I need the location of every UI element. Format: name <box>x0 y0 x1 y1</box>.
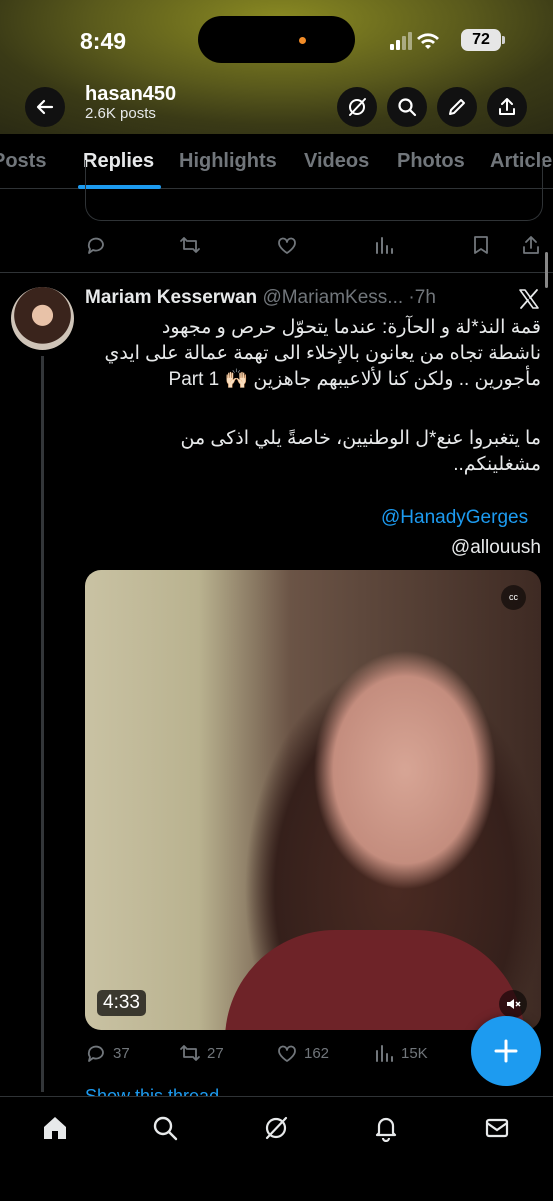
back-button[interactable] <box>25 87 65 127</box>
tweet-text-line: ناشطة تجاه من يعانون بالإخلاء الى تهمة ع… <box>104 343 541 364</box>
privacy-indicator-dot <box>299 37 306 44</box>
reply-count: 37 <box>113 1044 130 1062</box>
search-icon <box>398 98 417 117</box>
scrollbar[interactable] <box>545 252 548 288</box>
views-bar-icon <box>376 237 393 254</box>
nav-grok[interactable] <box>259 1111 293 1145</box>
tweet-text-line: قمة النذ*لة و الحآرة: عندما يتحوّل حرص و… <box>161 317 541 338</box>
heart-icon <box>278 1045 296 1062</box>
mention-link[interactable]: @HanadyGerges <box>381 507 528 529</box>
reply-button[interactable] <box>85 234 107 256</box>
like-button[interactable] <box>276 234 298 256</box>
tweet-text-line: مشغلينكم.. <box>453 454 541 475</box>
heart-icon <box>278 237 296 254</box>
profile-header: 8:49 72 hasan450 2.6K posts <box>0 0 553 134</box>
views-bar-icon <box>376 1045 393 1062</box>
bookmark-icon <box>474 236 488 254</box>
avatar[interactable] <box>11 287 74 350</box>
tweet-text-line: allouush@ <box>450 537 541 558</box>
status-time: 8:49 <box>80 28 127 54</box>
tweet-text-line: مأجورين .. ولكن كنا لألاعيبهم جاهزين 🙌🏻 … <box>168 369 541 390</box>
repost-icon <box>180 237 200 253</box>
share-icon <box>499 98 515 115</box>
author-handle[interactable]: @MariamKess... <box>262 287 403 308</box>
plus-icon <box>494 1039 518 1063</box>
dynamic-island <box>198 16 355 63</box>
repost-button[interactable] <box>179 234 201 256</box>
search-icon <box>153 1116 178 1141</box>
thread-line <box>41 356 44 1092</box>
mail-icon <box>485 1118 509 1138</box>
repost-button[interactable]: 27 <box>179 1042 224 1064</box>
captions-button[interactable]: cc <box>501 585 526 610</box>
arrow-left-icon <box>36 99 54 115</box>
repost-icon <box>180 1045 200 1061</box>
compose-post-button[interactable] <box>471 1016 541 1086</box>
views-button[interactable] <box>373 234 395 256</box>
battery-nub <box>502 36 505 44</box>
bookmark-button[interactable] <box>470 234 492 256</box>
grok-icon <box>265 1116 288 1140</box>
video-duration: 4:33 <box>97 990 146 1016</box>
grok-button[interactable] <box>337 87 377 127</box>
signal-wifi-icon <box>390 32 439 50</box>
share-icon <box>523 236 539 254</box>
pencil-icon <box>449 99 465 115</box>
nav-notifications[interactable] <box>369 1111 403 1145</box>
nav-search[interactable] <box>148 1111 182 1145</box>
profile-name: hasan450 <box>85 83 177 105</box>
bottom-navigation <box>0 1096 553 1201</box>
tweet-text-line: ما يتغبروا عنع*ل الوطنيين، خاصةً يلي اذك… <box>180 428 542 449</box>
like-button[interactable]: 162 <box>276 1042 329 1064</box>
search-button[interactable] <box>387 87 427 127</box>
view-count: 15K <box>401 1044 428 1062</box>
share-profile-button[interactable] <box>487 87 527 127</box>
tab-posts[interactable]: Posts <box>0 150 46 173</box>
battery-indicator: 72 <box>461 29 501 51</box>
reply-button[interactable]: 37 <box>85 1042 130 1064</box>
like-count: 162 <box>304 1044 330 1062</box>
reply-icon <box>87 1045 104 1062</box>
repost-count: 27 <box>207 1044 224 1062</box>
previous-tweet-actions <box>85 234 545 258</box>
home-icon <box>44 1117 66 1139</box>
views-button[interactable]: 15K <box>373 1042 428 1064</box>
x-logo-icon[interactable] <box>518 288 540 310</box>
reply-icon <box>87 237 104 254</box>
tweet-divider <box>0 272 553 273</box>
bell-icon <box>375 1117 397 1142</box>
compose-button[interactable] <box>437 87 477 127</box>
grok-icon <box>349 98 366 116</box>
tweet-timestamp[interactable]: 7h <box>415 287 436 308</box>
share-button[interactable] <box>520 234 542 256</box>
nav-home[interactable] <box>38 1111 72 1145</box>
mute-button[interactable] <box>499 990 527 1018</box>
video-player[interactable]: cc 4:33 <box>85 570 541 1030</box>
previous-tweet-card[interactable] <box>85 160 543 221</box>
video-frame-detail <box>225 930 525 1030</box>
profile-post-count: 2.6K posts <box>85 105 156 122</box>
nav-messages[interactable] <box>480 1111 514 1145</box>
speaker-muted-icon <box>507 999 521 1009</box>
author-name[interactable]: Mariam Kesserwan <box>85 287 257 308</box>
tweet-header: Mariam Kesserwan @MariamKess... ·7h <box>85 287 436 309</box>
